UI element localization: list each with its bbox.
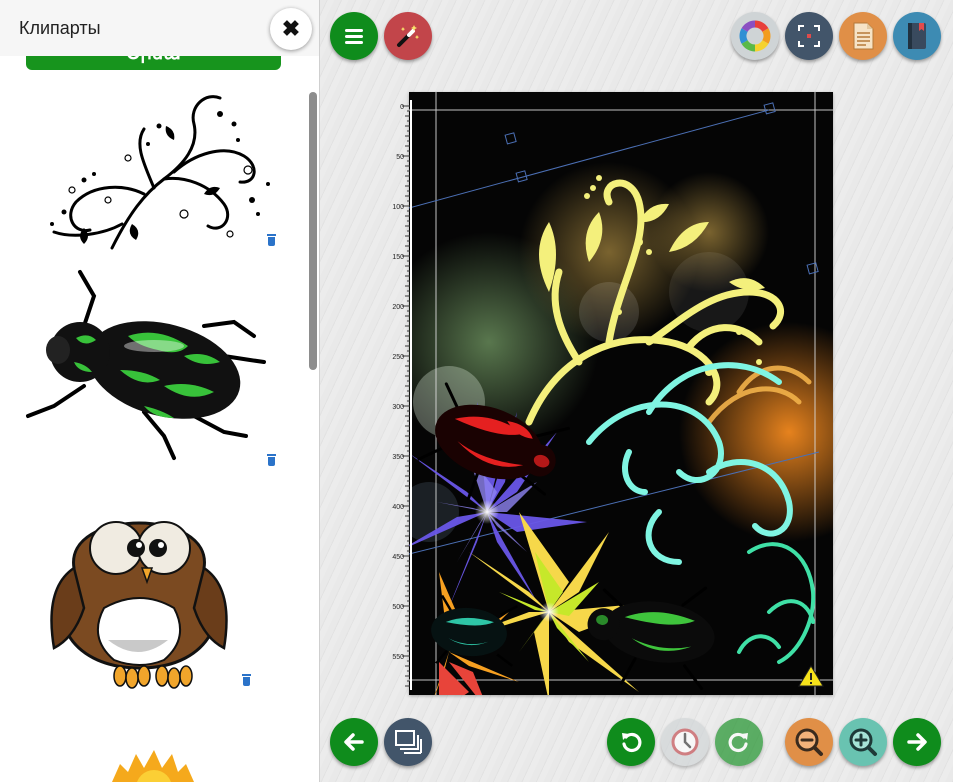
ruler-label: 550 [392,654,404,661]
ruler-label: 500 [392,604,404,611]
notebook-button[interactable] [893,12,941,60]
color-palette-button[interactable] [731,12,779,60]
floral-swirl-clipart[interactable] [24,84,284,250]
fit-screen-button[interactable] [785,12,833,60]
undo-button[interactable] [607,718,655,766]
ruler-label: 50 [396,154,404,161]
layers-button[interactable] [384,718,432,766]
ruler-label: 0 [400,104,404,111]
trash-icon[interactable] [266,454,277,466]
ruler-label: 100 [392,204,404,211]
undo-icon [622,732,642,753]
ruler-label: 350 [392,454,404,461]
clipart-panel: Клипарты ✖ Օրեա [0,0,320,782]
clipart-panel-header: Клипарты ✖ [0,0,319,56]
redo-button[interactable] [715,718,763,766]
magic-wand-icon [397,25,420,47]
sun-clipart[interactable] [24,748,284,782]
ruler-label: 450 [392,554,404,561]
ruler-label: 400 [392,504,404,511]
clipart-panel-title: Клипарты [19,18,101,38]
previous-button[interactable] [330,718,378,766]
close-panel-button[interactable]: ✖ [270,8,312,50]
document-button[interactable] [839,12,887,60]
layers-icon [395,730,422,754]
trash-icon[interactable] [266,234,277,246]
color-wheel-icon [739,20,771,52]
owl-clipart[interactable] [24,488,284,692]
design-canvas[interactable] [379,92,899,712]
zoom-in-button[interactable] [839,718,887,766]
magic-wand-button[interactable] [384,12,432,60]
arrow-right-icon [907,733,927,751]
history-button[interactable] [661,718,709,766]
trash-icon[interactable] [241,674,252,686]
history-icon [671,728,699,756]
arrow-left-icon [344,733,364,751]
zoom-in-icon [849,728,877,756]
zoom-out-button[interactable] [785,718,833,766]
menu-icon [345,29,363,44]
ruler-label: 300 [392,404,404,411]
ruler-label: 250 [392,354,404,361]
next-button[interactable] [893,718,941,766]
ruler-label: 200 [392,304,404,311]
zoom-out-icon [795,728,823,756]
green-beetle-clipart[interactable] [24,266,284,466]
close-icon: ✖ [281,16,301,41]
vertical-ruler: 0 50 100 150 200 250 300 350 400 450 500 550 [392,100,412,690]
redo-icon [728,732,748,753]
menu-button[interactable] [330,12,378,60]
fit-screen-icon [798,25,820,47]
ruler-label: 150 [392,254,404,261]
panel-scrollbar[interactable] [309,92,317,370]
notebook-icon [908,23,926,49]
document-icon [853,22,874,50]
